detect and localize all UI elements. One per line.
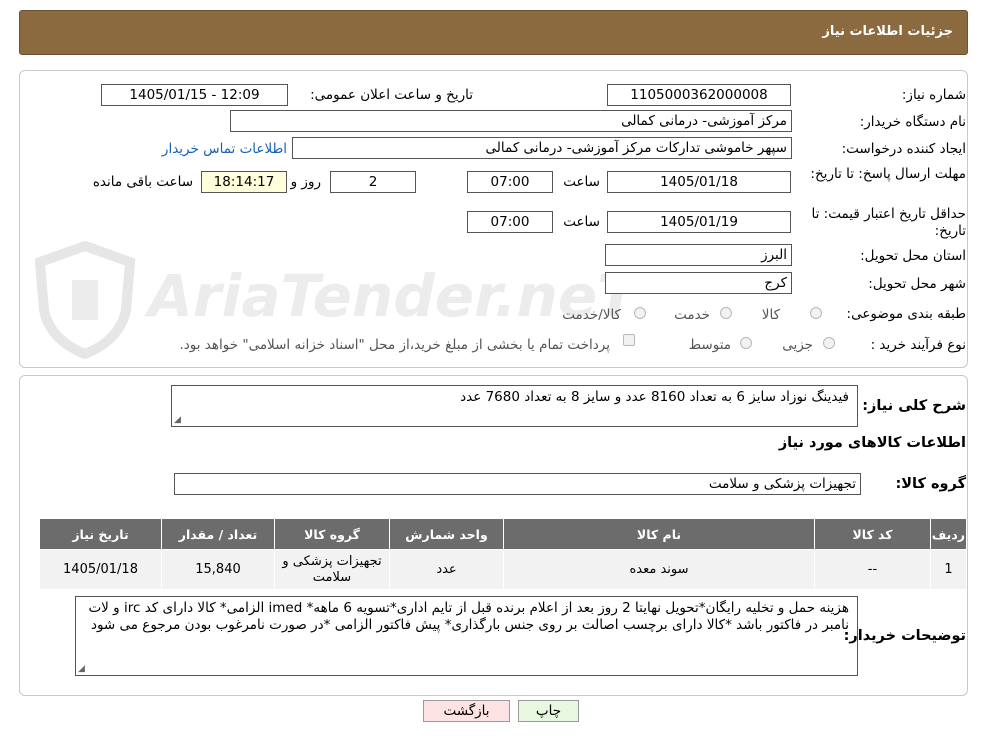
treasury-payment-checkbox[interactable]: [623, 334, 635, 346]
remaining-time-field: 18:14:17: [201, 171, 287, 193]
col-header-item-code: کد کالا: [814, 518, 931, 550]
notes-text: هزینه حمل و تخلیه رایگان*تحویل نهایتا 2 …: [88, 600, 849, 633]
city-field: کرج: [605, 272, 792, 294]
need-number-field: 1105000362000008: [607, 84, 791, 106]
col-header-unit: واحد شمارش: [389, 518, 504, 550]
validity-time-label: ساعت: [563, 214, 600, 230]
province-field: البرز: [605, 244, 792, 266]
summary-textarea[interactable]: فیدینگ نوزاد سایز 6 به تعداد 8160 عدد و …: [171, 385, 858, 427]
group-field: تجهیزات پزشکی و سلامت: [174, 473, 861, 495]
cell-item-name: سوند معده: [503, 549, 815, 590]
resize-handle-icon[interactable]: ◢: [78, 664, 85, 674]
buyer-contact-link[interactable]: اطلاعات تماس خریدار: [162, 141, 287, 157]
deadline-time-label: ساعت: [563, 174, 600, 190]
province-label: استان محل تحویل:: [860, 248, 966, 264]
table-row: 1 -- سوند معده عدد تجهیزات پزشکی و سلامت…: [39, 549, 967, 590]
notes-textarea[interactable]: هزینه حمل و تخلیه رایگان*تحویل نهایتا 2 …: [75, 596, 858, 676]
cell-unit: عدد: [389, 549, 504, 590]
category-option-service: خدمت: [674, 307, 710, 323]
process-radio-medium[interactable]: [740, 337, 752, 349]
col-header-need-date: تاریخ نیاز: [39, 518, 162, 550]
process-label: نوع فرآیند خرید :: [870, 337, 966, 353]
category-label: طبقه بندی موضوعی:: [846, 306, 966, 322]
resize-handle-icon[interactable]: ◢: [174, 415, 181, 425]
items-heading: اطلاعات کالاهای مورد نیاز: [778, 435, 966, 451]
col-header-quantity: تعداد / مقدار: [161, 518, 275, 550]
creator-field: سپهر خاموشی تدارکات مرکز آموزشی- درمانی …: [292, 137, 792, 159]
treasury-payment-note: پرداخت تمام یا بخشی از مبلغ خرید،از محل …: [179, 337, 610, 353]
table-header-row: ردیف کد کالا نام کالا واحد شمارش گروه کا…: [39, 518, 967, 550]
notes-label: توضیحات خریدار:: [843, 628, 966, 644]
col-header-item-name: نام کالا: [503, 518, 815, 550]
process-option-minor: جزیی: [782, 337, 813, 353]
validity-date-field: 1405/01/19: [607, 211, 791, 233]
category-radio-goods[interactable]: [810, 307, 822, 319]
process-radio-minor[interactable]: [823, 337, 835, 349]
announce-datetime-field: 1405/01/15 - 12:09: [101, 84, 288, 106]
buyer-label: نام دستگاه خریدار:: [859, 114, 966, 130]
creator-label: ایجاد کننده درخواست:: [841, 141, 966, 157]
cell-quantity: 15,840: [161, 549, 275, 590]
cell-item-group: تجهیزات پزشکی و سلامت: [274, 549, 390, 590]
print-button[interactable]: چاپ: [518, 700, 579, 722]
cell-item-code: --: [814, 549, 931, 590]
group-label: گروه کالا:: [895, 476, 966, 492]
remaining-label: ساعت باقی مانده: [92, 174, 193, 190]
category-option-goods: کالا: [761, 307, 780, 323]
cell-need-date: 1405/01/18: [39, 549, 162, 590]
summary-label: شرح کلی نیاز:: [862, 398, 966, 414]
page-title: جزئیات اطلاعات نیاز: [822, 24, 953, 39]
city-label: شهر محل تحویل:: [868, 276, 966, 292]
need-number-label: شماره نیاز:: [901, 87, 966, 103]
deadline-date-field: 1405/01/18: [607, 171, 791, 193]
deadline-label: مهلت ارسال پاسخ: تا تاریخ:: [810, 166, 966, 182]
deadline-time-field: 07:00: [467, 171, 553, 193]
page-header: جزئیات اطلاعات نیاز: [19, 10, 968, 55]
category-radio-goods-service[interactable]: [634, 307, 646, 319]
summary-text: فیدینگ نوزاد سایز 6 به تعداد 8160 عدد و …: [460, 389, 849, 405]
process-option-medium: متوسط: [688, 337, 731, 353]
validity-label: حداقل تاریخ اعتبار قیمت: تا تاریخ:: [811, 206, 966, 239]
cell-row-number: 1: [930, 549, 967, 590]
col-header-row-number: ردیف: [930, 518, 967, 550]
category-radio-service[interactable]: [720, 307, 732, 319]
validity-time-field: 07:00: [467, 211, 553, 233]
buyer-field: مرکز آموزشی- درمانی کمالی: [230, 110, 792, 132]
days-label: روز و: [290, 174, 321, 190]
back-button[interactable]: بازگشت: [423, 700, 510, 722]
col-header-item-group: گروه کالا: [274, 518, 390, 550]
category-option-goods-service: کالا/خدمت: [562, 307, 621, 323]
announce-label: تاریخ و ساعت اعلان عمومی:: [310, 87, 473, 103]
items-table: ردیف کد کالا نام کالا واحد شمارش گروه کا…: [39, 518, 967, 590]
watermark-shield-icon: [34, 240, 136, 360]
days-field: 2: [330, 171, 416, 193]
